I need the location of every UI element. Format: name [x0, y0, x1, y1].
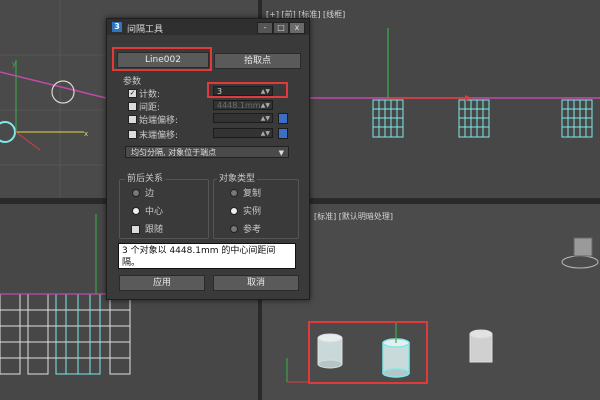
- highlight-box-count: [207, 82, 288, 98]
- context-group-title: 前后关系: [125, 171, 166, 184]
- apply-button[interactable]: 应用: [119, 275, 205, 291]
- end-offset-checkbox[interactable]: [128, 130, 137, 139]
- follow-label: 跟随: [145, 225, 164, 235]
- start-offset-checkbox[interactable]: [128, 115, 137, 124]
- cage-row-bottom-left: [0, 293, 131, 375]
- distribution-dropdown[interactable]: 均匀分隔, 对象位于端点 ▼: [125, 146, 289, 158]
- context-edges-label: 边: [145, 189, 155, 199]
- context-centers-label: 中心: [145, 207, 164, 217]
- dialog-title: 间隔工具: [127, 25, 164, 35]
- viewport-label-bottom-right[interactable]: [标准] [默认明暗处理]: [314, 211, 393, 222]
- end-offset-label: 末端偏移:: [139, 131, 179, 141]
- highlight-box-objects: [308, 321, 428, 384]
- view-cube-base: [561, 255, 599, 269]
- spacing-spinner[interactable]: 4448.1mm ▲▼: [213, 100, 273, 110]
- cage-object-2: [458, 99, 490, 138]
- highlight-box-path: [112, 47, 212, 71]
- type-copy-label: 复制: [243, 189, 262, 199]
- spacing-value: 4448.1mm: [217, 101, 261, 110]
- cylinder-object-3: [469, 329, 493, 363]
- spinner-arrows-icon[interactable]: ▲▼: [261, 101, 270, 111]
- selected-object-top-left: [0, 121, 16, 143]
- status-message: 3 个对象以 4448.1mm 的中心间距间隔。: [118, 243, 296, 269]
- dialog-titlebar[interactable]: 3 间隔工具 - □ x: [107, 19, 309, 35]
- type-reference-radio[interactable]: [230, 225, 238, 233]
- distribution-value: 均匀分隔, 对象位于端点: [131, 148, 217, 157]
- count-checkbox[interactable]: ✓: [128, 89, 137, 98]
- cage-object-3: [561, 99, 593, 138]
- spinner-arrows-icon[interactable]: ▲▼: [261, 114, 270, 124]
- end-offset-spinner[interactable]: ▲▼: [213, 128, 273, 138]
- params-group-label: 参数: [123, 77, 142, 87]
- close-button[interactable]: x: [289, 22, 305, 34]
- context-centers-radio[interactable]: [132, 207, 140, 215]
- type-instance-radio[interactable]: [230, 207, 238, 215]
- svg-text:y: y: [12, 60, 16, 68]
- object-type-group-title: 对象类型: [217, 171, 258, 184]
- view-cube: [573, 237, 593, 257]
- count-label: 计数:: [139, 90, 161, 100]
- type-copy-radio[interactable]: [230, 189, 238, 197]
- spacing-tool-dialog[interactable]: 3 间隔工具 - □ x Line002 拾取点 参数 ✓ 计数: 3 ▲▼ 间…: [106, 18, 310, 300]
- type-instance-label: 实例: [243, 207, 262, 217]
- app-icon: 3: [112, 22, 122, 32]
- spacing-label: 间距:: [139, 103, 161, 113]
- type-reference-label: 参考: [243, 225, 262, 235]
- start-offset-label: 始端偏移:: [139, 116, 179, 126]
- spacing-checkbox[interactable]: [128, 102, 137, 111]
- svg-text:x: x: [84, 130, 88, 138]
- end-offset-lock-icon[interactable]: [278, 128, 288, 139]
- start-offset-lock-icon[interactable]: [278, 113, 288, 124]
- pick-points-button[interactable]: 拾取点: [214, 53, 301, 69]
- spinner-arrows-icon[interactable]: ▲▼: [261, 129, 270, 139]
- minimize-button[interactable]: -: [257, 22, 273, 34]
- maximize-button[interactable]: □: [273, 22, 289, 34]
- follow-checkbox[interactable]: [131, 225, 140, 234]
- chevron-down-icon: ▼: [278, 149, 284, 157]
- start-offset-spinner[interactable]: ▲▼: [213, 113, 273, 123]
- context-edges-radio[interactable]: [132, 189, 140, 197]
- cage-object-1: [372, 99, 404, 138]
- helper-circle: [51, 80, 75, 104]
- cancel-button[interactable]: 取消: [213, 275, 299, 291]
